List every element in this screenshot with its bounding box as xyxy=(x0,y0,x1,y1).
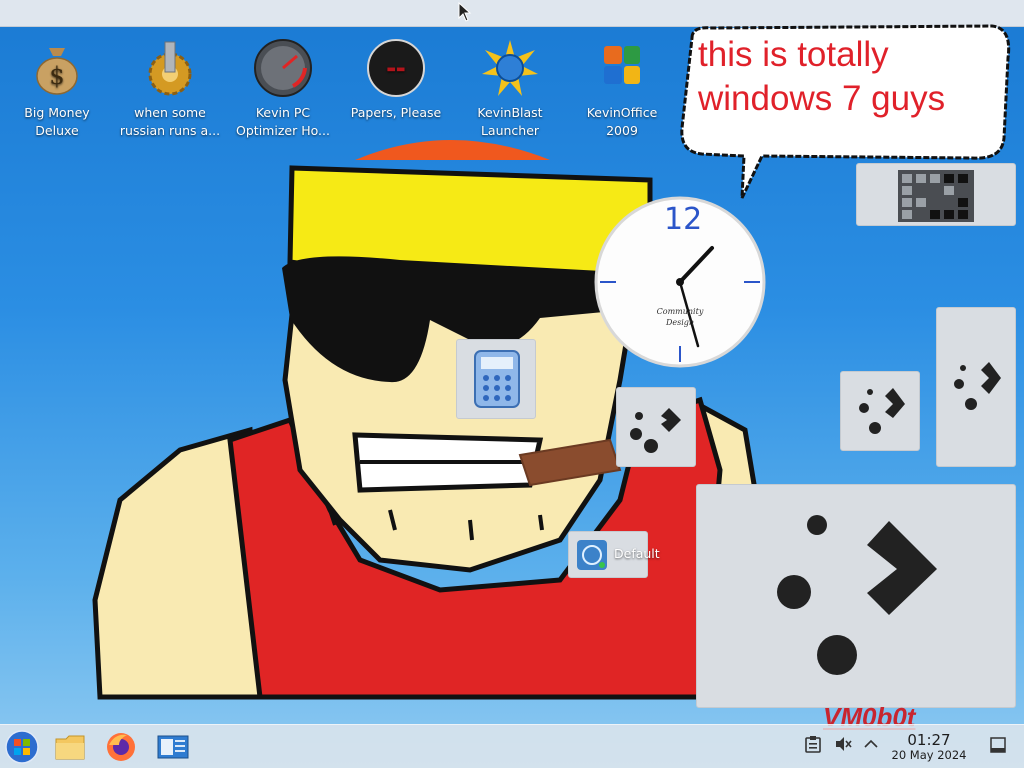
desktop-icon-russian-runs[interactable]: when some russian runs a... xyxy=(115,38,225,140)
desktop[interactable]: this is totally windows 7 guys $ Big Mon… xyxy=(0,0,1024,768)
svg-text:▬▬: ▬▬ xyxy=(387,64,406,75)
desktop-icon-kevinblast-launcher[interactable]: KevinBlast Launcher xyxy=(455,38,565,140)
plasma-logo-icon xyxy=(630,408,681,453)
calculator-widget[interactable] xyxy=(456,339,536,419)
placeholder-widget-large[interactable] xyxy=(696,484,1016,708)
placeholder-widget-right-b[interactable] xyxy=(936,307,1016,467)
clock-brand-text: Community Design xyxy=(656,307,704,327)
default-widget-label: Default xyxy=(614,546,660,561)
default-widget-icon xyxy=(577,540,607,570)
speech-bubble-text: this is totally windows 7 guys xyxy=(698,35,946,118)
desktop-icon-label: KevinBlast Launcher xyxy=(477,105,543,138)
desktop-icon-big-money-deluxe[interactable]: $ Big Money Deluxe xyxy=(2,38,112,140)
svg-text:$: $ xyxy=(49,62,64,90)
desktop-icon-label: KevinOffice 2009 xyxy=(586,105,658,138)
clock-numeral: 12 xyxy=(664,202,703,237)
desktop-icon-kevinoffice-2009[interactable]: KevinOffice 2009 xyxy=(567,38,677,140)
firefox-button[interactable] xyxy=(101,728,141,766)
volume-muted-icon[interactable] xyxy=(834,735,852,753)
desktop-icon-label: when some russian runs a... xyxy=(119,105,221,138)
desktop-icon-label: Papers, Please xyxy=(350,105,442,120)
folder-icon xyxy=(55,735,85,760)
system-settings-button[interactable] xyxy=(153,728,193,766)
desktop-icon-kevin-pc-optimizer[interactable]: Kevin PC Optimizer Ho... xyxy=(228,38,338,140)
mouse-cursor-icon xyxy=(458,2,472,22)
plasma-logo-icon xyxy=(954,362,1001,410)
plasma-logo-icon xyxy=(859,388,905,434)
taskbar-clock-date[interactable]: 20 May 2024 xyxy=(885,748,973,762)
file-explorer-button[interactable] xyxy=(50,728,90,766)
analog-clock-widget[interactable]: 12 Community Design xyxy=(594,196,766,368)
desktop-icon-label: Kevin PC Optimizer Ho... xyxy=(236,105,330,138)
start-button[interactable] xyxy=(2,728,42,766)
desktop-icon-label: Big Money Deluxe xyxy=(24,105,90,138)
chevron-up-icon[interactable] xyxy=(863,735,879,753)
windows-orb-icon xyxy=(5,730,39,764)
show-desktop-icon[interactable] xyxy=(990,737,1006,753)
virtual-desktop-pager-widget[interactable] xyxy=(856,163,1016,226)
papers-please-icon: ▬▬ xyxy=(367,39,425,97)
blast-launcher-icon xyxy=(482,40,538,96)
gear-icon xyxy=(148,41,192,96)
taskbar-clock-time[interactable]: 01:27 xyxy=(893,731,965,749)
money-bag-icon: $ xyxy=(36,48,78,95)
pager-grid-icon xyxy=(898,170,974,222)
desktop-icon-papers-please[interactable]: ▬▬ Papers, Please xyxy=(341,38,451,122)
office-icon xyxy=(604,46,640,84)
placeholder-widget-right-a[interactable] xyxy=(840,371,920,451)
placeholder-widget-small[interactable] xyxy=(616,387,696,467)
clipboard-icon[interactable] xyxy=(805,735,821,753)
plasma-logo-icon xyxy=(777,515,937,675)
speedometer-icon xyxy=(254,39,312,97)
firefox-icon xyxy=(107,733,135,761)
calculator-icon xyxy=(474,350,520,408)
control-panel-icon xyxy=(157,735,189,759)
